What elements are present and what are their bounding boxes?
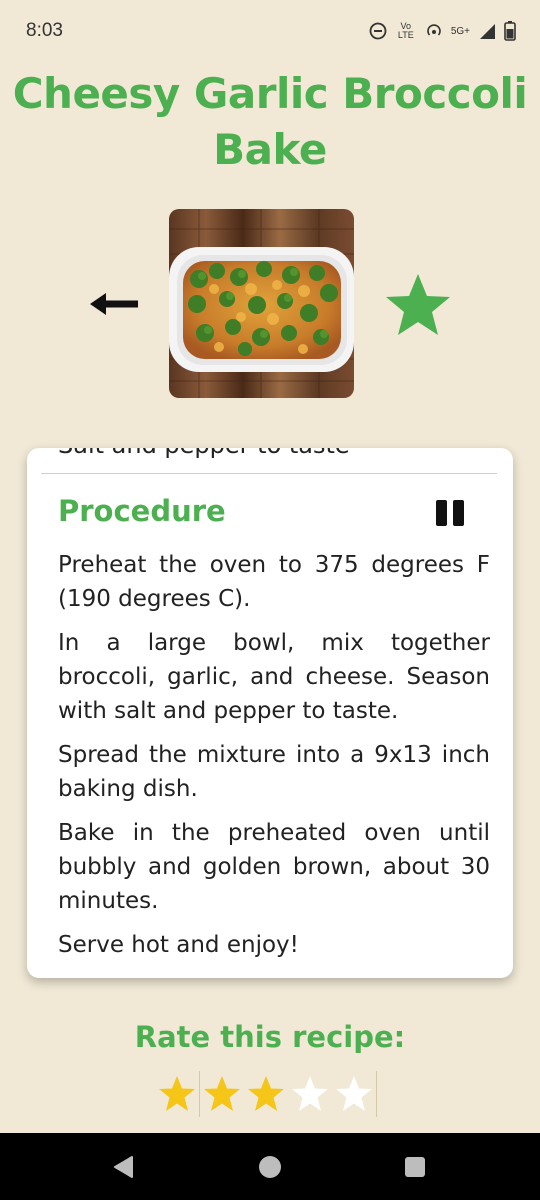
pause-icon	[436, 500, 447, 526]
ingredient-item: Salt and pepper to taste	[58, 448, 350, 459]
procedure-step: Bake in the preheated oven until bubbly …	[58, 820, 490, 914]
rating-star-2[interactable]	[200, 1072, 244, 1116]
divider	[41, 473, 497, 474]
status-bar: 8:03 Vo LTE 5G+	[0, 0, 540, 64]
procedure-card[interactable]: Salt and pepper to taste Procedure Prehe…	[27, 448, 513, 978]
home-circle-icon	[259, 1156, 281, 1178]
star-icon	[292, 1076, 328, 1111]
volte-icon: Vo LTE	[397, 21, 414, 40]
star-icon	[204, 1076, 240, 1111]
rating-star-1[interactable]	[155, 1072, 199, 1116]
rating-star-5[interactable]	[332, 1072, 376, 1116]
favorite-button[interactable]	[382, 270, 454, 340]
rate-label: Rate this recipe:	[134, 1020, 406, 1054]
rating-stars[interactable]	[155, 1071, 387, 1117]
star-icon	[248, 1076, 284, 1111]
navigation-bar	[0, 1133, 540, 1200]
nav-home-button[interactable]	[258, 1155, 282, 1179]
recipe-title: Cheesy Garlic Broccoli Bake	[12, 69, 528, 174]
star-icon	[336, 1076, 372, 1111]
nav-back-button[interactable]	[112, 1155, 136, 1179]
pause-icon-bar	[453, 500, 464, 526]
star-icon	[386, 274, 450, 335]
procedure-step: In a large bowl, mix together broccoli, …	[58, 630, 490, 724]
nav-recents-button[interactable]	[404, 1156, 426, 1178]
procedure-steps: Preheat the oven to 375 degrees F (190 d…	[58, 548, 490, 972]
recipe-image	[169, 209, 354, 398]
recipe-photo	[169, 209, 354, 398]
back-button[interactable]	[86, 286, 142, 322]
rating-star-4[interactable]	[288, 1072, 332, 1116]
do-not-disturb-icon	[369, 22, 387, 40]
pause-button[interactable]	[435, 500, 465, 526]
recents-square-icon	[405, 1157, 425, 1177]
signal-icon	[480, 24, 495, 39]
rating-star-3[interactable]	[244, 1072, 288, 1116]
back-triangle-icon	[114, 1156, 133, 1178]
5g-icon: 5G+	[450, 25, 470, 37]
status-icons: Vo LTE 5G+	[369, 18, 516, 44]
battery-icon	[504, 21, 516, 41]
status-time: 8:03	[26, 20, 63, 41]
procedure-step: Serve hot and enjoy!	[58, 932, 299, 958]
procedure-step: Preheat the oven to 375 degrees F (190 d…	[58, 552, 490, 612]
hotspot-icon	[427, 24, 441, 36]
arrow-left-icon	[90, 293, 138, 315]
rating-separator	[376, 1071, 377, 1117]
procedure-heading: Procedure	[58, 494, 226, 528]
procedure-step: Spread the mixture into a 9x13 inch baki…	[58, 742, 490, 802]
star-icon	[159, 1076, 195, 1111]
